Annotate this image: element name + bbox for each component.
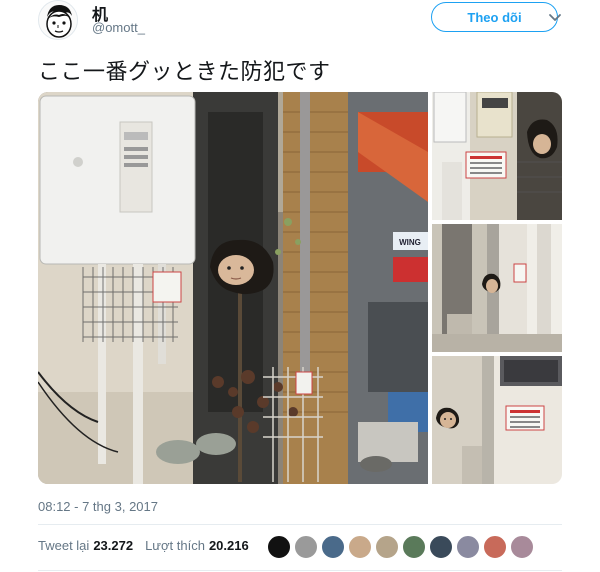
- tweet-header: 机 @omott_ Theo dõi: [38, 0, 568, 40]
- retweets-count[interactable]: 23.272: [93, 538, 133, 553]
- chevron-down-icon[interactable]: [548, 10, 562, 24]
- liker-avatar-2[interactable]: [294, 535, 318, 559]
- likes-count[interactable]: 20.216: [209, 538, 249, 553]
- user-avatar[interactable]: [38, 0, 78, 40]
- tweet-timestamp[interactable]: 08:12 - 7 thg 3, 2017: [38, 499, 158, 514]
- liker-avatars: [267, 535, 537, 559]
- liker-avatar-4[interactable]: [348, 535, 372, 559]
- tweet-text: ここ一番グッときた防犯です: [38, 60, 331, 85]
- likes-label[interactable]: Lượt thích: [145, 538, 205, 553]
- liker-avatar-3[interactable]: [321, 535, 345, 559]
- main-photo[interactable]: WING: [38, 92, 428, 484]
- liker-avatar-9[interactable]: [483, 535, 507, 559]
- thumbnail-photo-3[interactable]: [432, 356, 562, 484]
- divider-bottom: [38, 570, 562, 571]
- retweets-label[interactable]: Tweet lại: [38, 538, 89, 553]
- liker-avatar-6[interactable]: [402, 535, 426, 559]
- liker-avatar-5[interactable]: [375, 535, 399, 559]
- cartoon-face-avatar-icon: [39, 1, 77, 39]
- follow-button[interactable]: Theo dõi: [431, 2, 558, 32]
- liker-avatar-8[interactable]: [456, 535, 480, 559]
- liker-avatar-7[interactable]: [429, 535, 453, 559]
- engagement-stats: Tweet lại 23.272 Lượt thích 20.216: [38, 538, 261, 553]
- divider-top: [38, 524, 562, 525]
- thumbnail-photo-2[interactable]: [432, 224, 562, 352]
- thumbnail-photo-1[interactable]: [432, 92, 562, 220]
- user-handle[interactable]: @omott_: [92, 20, 145, 35]
- wing-sign-text: WING: [399, 238, 421, 247]
- tweet-media-grid: WING: [38, 92, 562, 484]
- liker-avatar-1[interactable]: [267, 535, 291, 559]
- liker-avatar-10[interactable]: [510, 535, 534, 559]
